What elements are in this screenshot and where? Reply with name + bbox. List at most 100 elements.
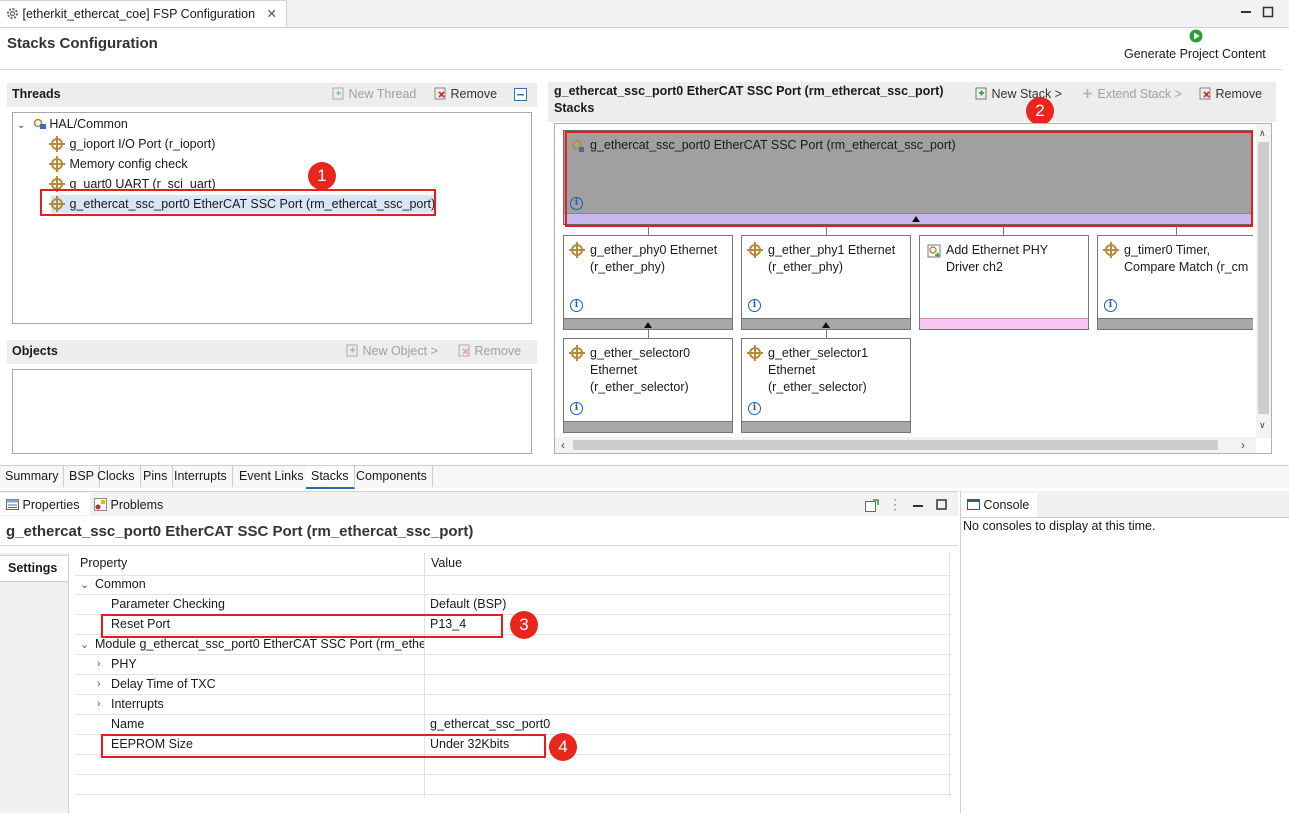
properties-icon xyxy=(6,498,19,511)
remove-thread-button[interactable]: Remove xyxy=(434,87,497,101)
tab-properties[interactable]: Properties xyxy=(0,493,90,515)
scroll-right-icon[interactable]: › xyxy=(1241,438,1245,452)
property-row-parameter-checking[interactable]: Parameter Checking Default (BSP) xyxy=(75,595,951,615)
close-tab-icon[interactable]: ✕ xyxy=(267,7,277,21)
tab-event-links[interactable]: Event Links xyxy=(234,466,310,487)
scroll-left-icon[interactable]: ‹ xyxy=(561,438,565,452)
new-thread-button[interactable]: New Thread xyxy=(332,87,416,101)
property-row-empty xyxy=(75,775,951,795)
chevron-right-icon[interactable]: › xyxy=(97,658,101,670)
stacks-subtitle: Stacks xyxy=(554,101,595,115)
tab-clocks[interactable]: Clocks xyxy=(92,466,141,487)
new-stack-button[interactable]: New Stack > xyxy=(975,87,1062,101)
horizontal-scroll-thumb[interactable] xyxy=(573,440,1218,450)
maximize-icon[interactable] xyxy=(936,499,947,513)
collapse-all-icon[interactable] xyxy=(514,88,527,104)
stack-module-timer0[interactable]: g_timer0 Timer, Compare Match (r_cm i xyxy=(1097,235,1253,330)
chevron-down-icon[interactable]: ⌄ xyxy=(17,120,25,131)
module-label: g_ether_selector1 Ethernet (r_ether_sele… xyxy=(768,346,869,394)
property-row-module[interactable]: ⌄ Module g_ethercat_ssc_port0 EtherCAT S… xyxy=(75,635,951,655)
column-header-value: Value xyxy=(431,556,463,570)
stack-module-ether-phy1[interactable]: g_ether_phy1 Ethernet (r_ether_phy) i xyxy=(741,235,911,330)
stack-module-ether-selector0[interactable]: g_ether_selector0 Ethernet (r_ether_sele… xyxy=(563,338,733,433)
remove-icon xyxy=(458,344,471,357)
threads-tree: ⌄ HAL/Common g_ioport I/O Port (r_ioport… xyxy=(12,112,532,324)
tab-summary[interactable]: Summary xyxy=(0,466,65,487)
tab-settings[interactable]: Settings xyxy=(0,555,68,582)
module-label: g_timer0 Timer, Compare Match (r_cm xyxy=(1124,243,1249,274)
chevron-right-icon[interactable]: › xyxy=(97,698,101,710)
tree-item-ioport[interactable]: g_ioport I/O Port (r_ioport) xyxy=(49,135,215,153)
property-value[interactable]: g_ethercat_ssc_port0 xyxy=(430,717,550,731)
remove-stack-button[interactable]: Remove xyxy=(1199,87,1262,101)
chevron-right-icon[interactable]: › xyxy=(97,678,101,690)
chevron-down-icon[interactable]: ⌄ xyxy=(80,638,89,651)
minimize-icon[interactable] xyxy=(1240,6,1252,18)
property-row-common[interactable]: ⌄ Common xyxy=(75,575,951,595)
settings-sidebar xyxy=(0,553,69,813)
expand-up-icon[interactable] xyxy=(644,322,652,328)
vertical-scrollbar[interactable]: ∧ ∨ xyxy=(1256,124,1271,438)
tab-interrupts[interactable]: Interrupts xyxy=(169,466,233,487)
chevron-down-icon[interactable]: ⌄ xyxy=(80,578,89,591)
minimize-icon[interactable] xyxy=(913,500,923,514)
component-icon xyxy=(569,242,585,258)
property-row-name[interactable]: Name g_ethercat_ssc_port0 xyxy=(75,715,951,735)
gear-icon xyxy=(6,7,19,20)
scroll-down-icon[interactable]: ∨ xyxy=(1259,420,1266,431)
module-label: g_ether_selector0 Ethernet (r_ether_sele… xyxy=(590,346,691,394)
problems-icon xyxy=(94,498,107,511)
tab-problems[interactable]: Problems xyxy=(94,498,163,512)
view-menu-icon[interactable]: · · · xyxy=(893,493,897,515)
tab-components[interactable]: Components xyxy=(351,466,433,487)
tree-item-hal-common[interactable]: ⌄ HAL/Common xyxy=(17,115,128,133)
add-module-icon xyxy=(927,244,941,261)
stack-module-ether-phy0[interactable]: g_ether_phy0 Ethernet (r_ether_phy) i xyxy=(563,235,733,330)
generate-project-button[interactable]: Generate Project Content xyxy=(1124,47,1266,61)
highlight-box-4 xyxy=(101,734,546,758)
new-stack-icon xyxy=(975,87,988,100)
column-header-property: Property xyxy=(80,556,128,570)
maximize-icon[interactable] xyxy=(1262,6,1274,18)
module-label: g_ether_phy1 Ethernet (r_ether_phy) xyxy=(768,243,896,274)
property-row-delay-time[interactable]: › Delay Time of TXC xyxy=(75,675,951,695)
tab-stacks[interactable]: Stacks xyxy=(306,466,355,489)
horizontal-scrollbar[interactable]: ‹ › xyxy=(555,437,1256,453)
info-icon[interactable]: i xyxy=(748,402,761,415)
component-icon xyxy=(747,242,763,258)
highlight-box-2 xyxy=(565,131,1253,227)
stack-module-ether-selector1[interactable]: g_ether_selector1 Ethernet (r_ether_sele… xyxy=(741,338,911,433)
page-title: Stacks Configuration xyxy=(7,35,158,52)
info-icon[interactable]: i xyxy=(570,402,583,415)
component-icon xyxy=(49,156,65,172)
new-object-button[interactable]: New Object > xyxy=(346,344,438,358)
extend-stack-icon xyxy=(1081,87,1094,100)
info-icon[interactable]: i xyxy=(748,299,761,312)
editor-tab-bar: [etherkit_ethercat_coe] FSP Configuratio… xyxy=(0,0,1289,28)
tree-item-memory-check[interactable]: Memory config check xyxy=(49,155,188,173)
editor-tab[interactable]: [etherkit_ethercat_coe] FSP Configuratio… xyxy=(0,0,287,27)
console-message: No consoles to display at this time. xyxy=(963,519,1156,533)
remove-object-button[interactable]: Remove xyxy=(458,344,521,358)
property-value[interactable]: Default (BSP) xyxy=(430,597,506,611)
info-icon[interactable]: i xyxy=(1104,299,1117,312)
annotation-badge-3: 3 xyxy=(510,611,538,639)
component-icon xyxy=(569,345,585,361)
console-icon xyxy=(967,498,980,511)
stack-module-add-ethernet-phy[interactable]: Add Ethernet PHY Driver ch2 xyxy=(919,235,1089,330)
scroll-up-icon[interactable]: ∧ xyxy=(1259,128,1266,139)
vertical-scroll-thumb[interactable] xyxy=(1258,142,1269,414)
extend-stack-button[interactable]: Extend Stack > xyxy=(1081,87,1182,101)
threads-title: Threads xyxy=(12,87,61,101)
component-icon xyxy=(49,136,65,152)
tab-console[interactable]: Console xyxy=(961,493,1037,517)
module-label: Add Ethernet PHY Driver ch2 xyxy=(946,243,1049,274)
property-row-interrupts[interactable]: › Interrupts xyxy=(75,695,951,715)
expand-up-icon[interactable] xyxy=(822,322,830,328)
play-icon[interactable] xyxy=(1189,29,1203,46)
info-icon[interactable]: i xyxy=(570,299,583,312)
property-row-phy[interactable]: › PHY xyxy=(75,655,951,675)
pin-view-icon[interactable] xyxy=(865,499,879,515)
stacks-title: g_ethercat_ssc_port0 EtherCAT SSC Port (… xyxy=(554,84,944,98)
module-strip xyxy=(742,421,910,432)
